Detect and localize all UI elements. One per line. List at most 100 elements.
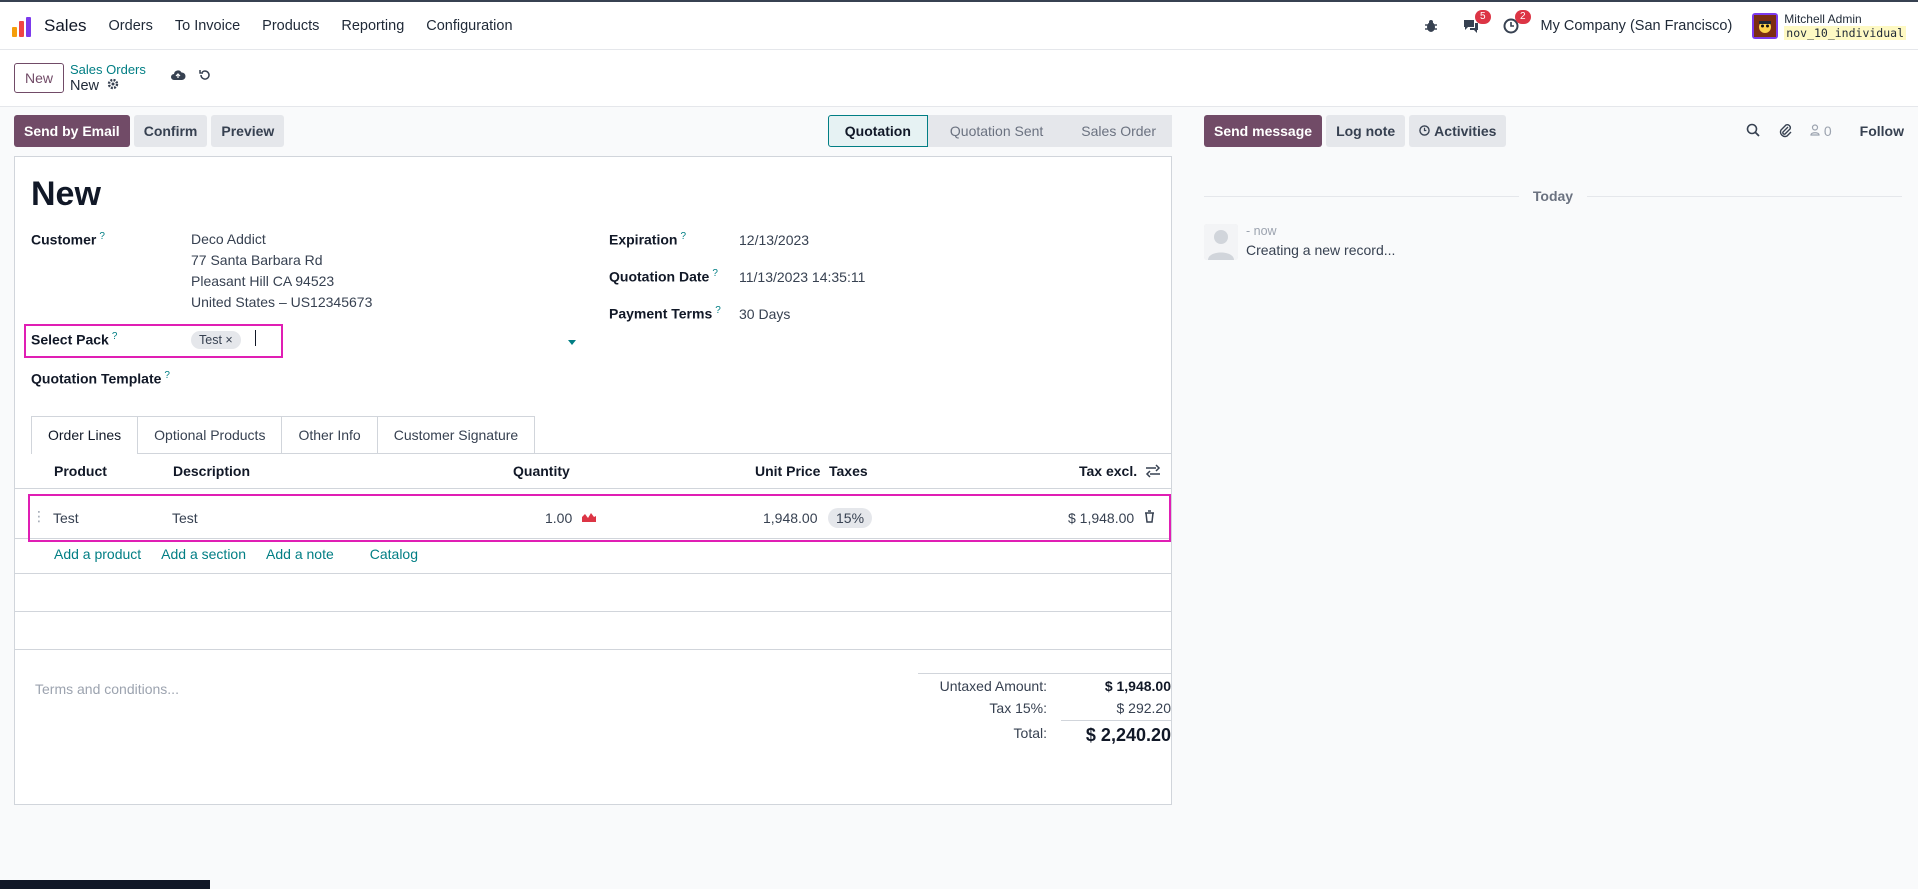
line-subtotal: $ 1,948.00 xyxy=(1068,510,1135,526)
app-name[interactable]: Sales xyxy=(44,16,87,36)
breadcrumb: Sales Orders New xyxy=(70,61,146,95)
form-action-bar: Send by Email Confirm Preview Quotation … xyxy=(14,115,1172,147)
quotation-date-label: Quotation Date? xyxy=(609,268,718,285)
line-unit-price[interactable]: 1,948.00 xyxy=(763,510,818,526)
tax-label: Tax 15%: xyxy=(989,699,1047,716)
today-label: Today xyxy=(1532,188,1574,204)
default-avatar xyxy=(1204,224,1238,260)
help-icon[interactable]: ? xyxy=(680,231,686,242)
col-description[interactable]: Description xyxy=(173,463,250,479)
tab-customer-signature[interactable]: Customer Signature xyxy=(377,416,536,453)
menu-reporting[interactable]: Reporting xyxy=(341,18,404,34)
menu-to-invoice[interactable]: To Invoice xyxy=(175,18,240,34)
quotation-template-label: Quotation Template? xyxy=(31,370,170,387)
line-tax-badge[interactable]: 15% xyxy=(828,508,873,528)
total-label: Total: xyxy=(1013,725,1047,741)
table-row[interactable]: ⋮ Test Test 1.00 1,948.00 15% $ 1,948.00 xyxy=(28,494,1171,542)
col-quantity[interactable]: Quantity xyxy=(513,463,570,479)
table-empty-row xyxy=(15,573,1171,574)
tab-order-lines[interactable]: Order Lines xyxy=(31,416,139,454)
user-menu[interactable]: Mitchell Admin nov_10_individual xyxy=(1752,12,1906,40)
select-pack-input[interactable] xyxy=(190,350,576,351)
main-navbar: Sales Orders To Invoice Products Reporti… xyxy=(0,2,1918,50)
catalog-link[interactable]: Catalog xyxy=(370,546,418,562)
record-title: New xyxy=(31,175,101,213)
help-icon[interactable]: ? xyxy=(715,305,721,316)
paperclip-icon[interactable] xyxy=(1778,122,1792,141)
help-icon[interactable]: ? xyxy=(99,231,105,242)
message-body: Creating a new record... xyxy=(1246,242,1396,258)
follow-button[interactable]: Follow xyxy=(1860,123,1904,139)
menu-orders[interactable]: Orders xyxy=(109,18,153,34)
status-url-tooltip xyxy=(0,880,210,889)
customer-address-line3: United States – US12345673 xyxy=(191,294,373,310)
trash-icon[interactable] xyxy=(1144,510,1155,526)
help-icon[interactable]: ? xyxy=(164,370,170,381)
help-icon[interactable]: ? xyxy=(712,268,718,279)
add-note-link[interactable]: Add a note xyxy=(266,546,334,562)
chevron-down-icon[interactable] xyxy=(568,340,576,345)
stage-quotation[interactable]: Quotation xyxy=(827,115,928,147)
line-description[interactable]: Test xyxy=(172,510,198,526)
menu-configuration[interactable]: Configuration xyxy=(426,18,512,34)
add-product-link[interactable]: Add a product xyxy=(54,546,141,562)
untaxed-amount: $ 1,948.00 xyxy=(1104,678,1171,694)
preview-button[interactable]: Preview xyxy=(211,115,285,147)
drag-handle-icon[interactable]: ⋮ xyxy=(32,508,46,525)
pack-tag[interactable]: Test × xyxy=(191,331,241,349)
tab-other-info[interactable]: Other Info xyxy=(282,416,378,453)
stage-sales-order[interactable]: Sales Order xyxy=(1059,115,1172,147)
expiration-label: Expiration? xyxy=(609,231,687,248)
order-lines-header: Product Description Quantity Unit Price … xyxy=(15,453,1171,489)
chatter-message: - now Creating a new record... xyxy=(1204,224,1395,260)
search-icon[interactable] xyxy=(1746,123,1760,140)
stage-quotation-sent[interactable]: Quotation Sent xyxy=(927,115,1060,147)
followers-button[interactable]: 0 xyxy=(1810,123,1832,139)
payment-terms-label: Payment Terms? xyxy=(609,305,721,322)
send-message-button[interactable]: Send message xyxy=(1204,115,1323,147)
log-note-button[interactable]: Log note xyxy=(1326,115,1406,147)
optional-columns-icon[interactable] xyxy=(1145,464,1161,481)
expiration-field[interactable]: 12/13/2023 xyxy=(739,232,809,248)
gear-icon[interactable] xyxy=(107,78,119,95)
col-product[interactable]: Product xyxy=(54,463,107,479)
date-separator: Today xyxy=(1204,188,1903,204)
terms-conditions-input[interactable]: Terms and conditions... xyxy=(35,681,179,697)
col-tax-excl[interactable]: Tax excl. xyxy=(1079,463,1137,479)
remove-tag-icon[interactable]: × xyxy=(225,333,232,347)
discard-undo-icon[interactable] xyxy=(198,68,212,85)
customer-field[interactable]: Deco Addict 77 Santa Barbara Rd Pleasant… xyxy=(191,229,372,313)
activity-badge: 2 xyxy=(1514,9,1531,24)
col-unit-price[interactable]: Unit Price xyxy=(755,463,820,479)
company-switcher[interactable]: My Company (San Francisco) xyxy=(1541,18,1733,34)
tab-optional-products[interactable]: Optional Products xyxy=(138,416,283,453)
save-cloud-icon[interactable] xyxy=(170,68,186,84)
line-quantity[interactable]: 1.00 xyxy=(545,510,572,526)
confirm-button[interactable]: Confirm xyxy=(133,115,208,147)
payment-terms-field[interactable]: 30 Days xyxy=(739,306,790,322)
chat-badge: 5 xyxy=(1474,9,1491,24)
table-empty-row xyxy=(15,611,1171,612)
select-pack-field-highlight xyxy=(24,324,283,358)
activities-button[interactable]: Activities xyxy=(1409,115,1507,147)
breadcrumb-sales-orders[interactable]: Sales Orders xyxy=(70,61,146,78)
sales-app-icon[interactable] xyxy=(12,15,34,37)
menu-products[interactable]: Products xyxy=(262,18,319,34)
user-name: Mitchell Admin xyxy=(1784,11,1862,26)
send-by-email-button[interactable]: Send by Email xyxy=(14,115,130,147)
chat-icon[interactable]: 5 xyxy=(1461,9,1491,36)
customer-label: Customer? xyxy=(31,231,105,248)
debug-bug-icon[interactable] xyxy=(1421,16,1441,36)
user-icon xyxy=(1810,123,1824,139)
activity-clock-icon[interactable]: 2 xyxy=(1501,9,1531,36)
forecast-chart-icon[interactable] xyxy=(581,510,597,526)
customer-address-line2: Pleasant Hill CA 94523 xyxy=(191,273,335,289)
add-section-link[interactable]: Add a section xyxy=(161,546,246,562)
notebook-tabs: Order Lines Optional Products Other Info… xyxy=(31,416,1171,454)
new-button[interactable]: New xyxy=(14,63,65,93)
customer-address-line1: 77 Santa Barbara Rd xyxy=(191,252,323,268)
quotation-date-field[interactable]: 11/13/2023 14:35:11 xyxy=(739,269,865,285)
col-taxes[interactable]: Taxes xyxy=(829,463,868,479)
line-product[interactable]: Test xyxy=(53,510,79,526)
add-line-links: Add a product Add a section Add a note C… xyxy=(54,546,438,562)
